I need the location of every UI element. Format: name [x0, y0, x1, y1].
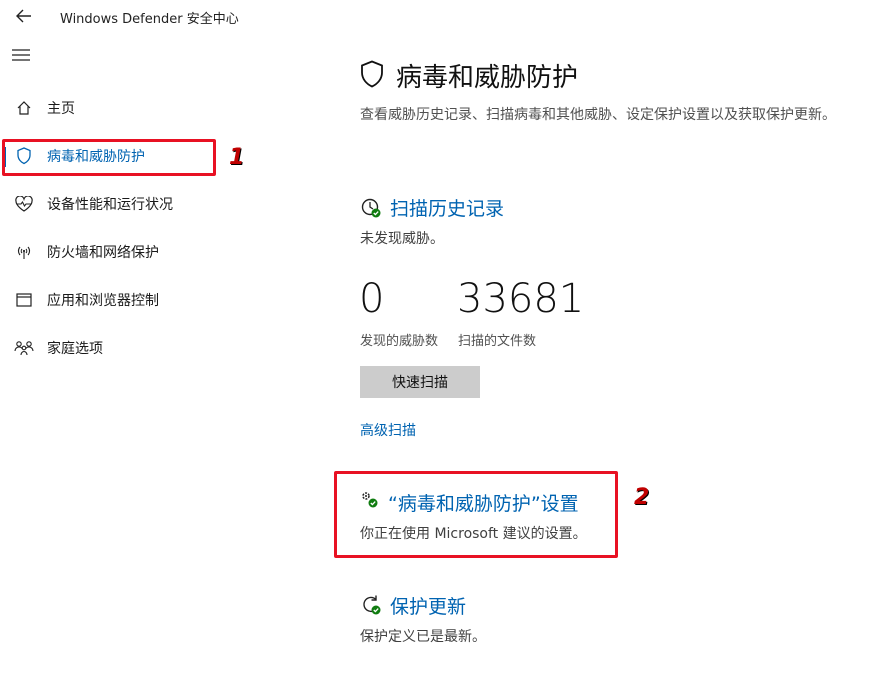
- scan-history-link[interactable]: 扫描历史记录: [390, 194, 504, 221]
- update-refresh-icon: [360, 594, 382, 616]
- annotation-box-1: [2, 139, 216, 176]
- annotation-box-2: [334, 471, 618, 558]
- quick-scan-button[interactable]: 快速扫描: [360, 366, 480, 398]
- page-shield-icon: [360, 60, 384, 88]
- scan-history-status: 未发现威胁。: [360, 231, 444, 247]
- sidebar-item-home[interactable]: 主页: [0, 88, 240, 128]
- sidebar-item-device-health[interactable]: 设备性能和运行状况: [0, 184, 240, 224]
- hamburger-icon: [12, 49, 30, 61]
- wifi-icon: [14, 242, 34, 262]
- menu-button[interactable]: [12, 48, 34, 66]
- app-window-icon: [14, 290, 34, 310]
- back-button[interactable]: [10, 4, 38, 28]
- annotation-marker-1: 1: [229, 145, 245, 170]
- sidebar-item-label: 主页: [47, 101, 75, 117]
- sidebar-item-family[interactable]: 家庭选项: [0, 328, 240, 368]
- sidebar-item-firewall[interactable]: 防火墙和网络保护: [0, 232, 240, 272]
- home-icon: [14, 98, 34, 118]
- page-title: 病毒和威胁防护: [396, 63, 579, 93]
- back-arrow-icon: [16, 9, 31, 23]
- sidebar-item-label: 防火墙和网络保护: [47, 245, 159, 261]
- protection-updates-link[interactable]: 保护更新: [390, 592, 466, 619]
- page-description: 查看威胁历史记录、扫描病毒和其他威胁、设定保护设置以及获取保护更新。: [360, 107, 836, 123]
- app-title: Windows Defender 安全中心: [60, 12, 239, 27]
- protection-updates-status: 保护定义已是最新。: [360, 629, 486, 645]
- heart-icon: [14, 194, 34, 214]
- files-scanned-count: 33681: [457, 276, 585, 322]
- advanced-scan-link[interactable]: 高级扫描: [360, 420, 416, 440]
- threats-found-label: 发现的威胁数: [360, 334, 439, 349]
- sidebar-item-label: 家庭选项: [47, 341, 103, 357]
- files-scanned-label: 扫描的文件数: [458, 334, 537, 349]
- scan-history-icon: [360, 197, 382, 219]
- family-icon: [14, 338, 34, 358]
- sidebar-item-app-browser[interactable]: 应用和浏览器控制: [0, 280, 240, 320]
- annotation-marker-2: 2: [634, 485, 650, 510]
- sidebar-item-label: 应用和浏览器控制: [47, 293, 159, 309]
- sidebar-item-label: 设备性能和运行状况: [47, 197, 173, 213]
- threats-found-count: 0: [359, 276, 385, 322]
